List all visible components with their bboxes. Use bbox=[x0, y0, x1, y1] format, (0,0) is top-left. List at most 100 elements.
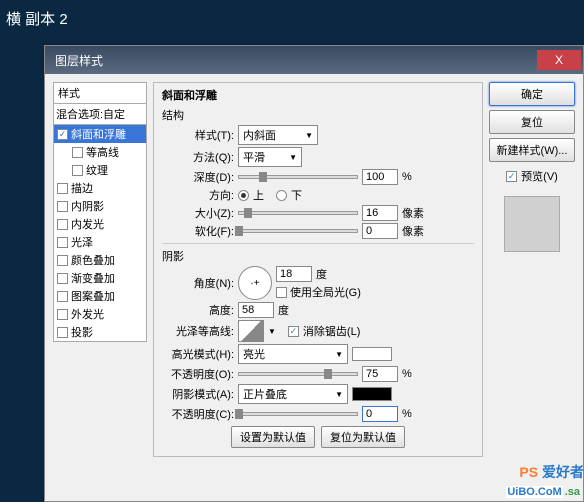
style-item[interactable]: 纹理 bbox=[54, 161, 146, 179]
close-button[interactable]: X bbox=[537, 50, 581, 70]
style-checkbox[interactable]: ✓ bbox=[57, 129, 68, 140]
style-item[interactable]: 图案叠加 bbox=[54, 287, 146, 305]
gloss-contour-picker[interactable] bbox=[238, 320, 264, 342]
size-label: 大小(Z): bbox=[162, 205, 234, 221]
style-item[interactable]: 外发光 bbox=[54, 305, 146, 323]
depth-unit: % bbox=[402, 171, 412, 183]
style-item-label: 内阴影 bbox=[71, 198, 104, 214]
shadow-mode-row: 阴影模式(A): 正片叠底▼ bbox=[162, 384, 474, 404]
style-item-label: 斜面和浮雕 bbox=[71, 126, 126, 142]
gloss-row: 光泽等高线: ▼ ✓ 消除锯齿(L) bbox=[162, 320, 474, 342]
style-checkbox[interactable] bbox=[57, 327, 68, 338]
highlight-mode-row: 高光模式(H): 亮光 ▼ bbox=[162, 344, 474, 364]
angle-dial[interactable]: ·+ bbox=[238, 266, 272, 300]
chevron-down-icon: ▼ bbox=[305, 131, 313, 140]
style-item-label: 内发光 bbox=[71, 216, 104, 232]
watermark-uibo: UiBO.CoM bbox=[506, 486, 562, 498]
style-checkbox[interactable] bbox=[72, 165, 83, 176]
style-item[interactable]: 描边 bbox=[54, 179, 146, 197]
dialog-titlebar[interactable]: 图层样式 X bbox=[45, 46, 583, 74]
watermark-s: 爱好者 bbox=[542, 464, 584, 480]
style-select[interactable]: 内斜面▼ bbox=[238, 125, 318, 145]
depth-row: 深度(D): 100 % bbox=[162, 169, 474, 185]
chevron-down-icon: ▼ bbox=[289, 153, 297, 162]
gloss-label: 光泽等高线: bbox=[162, 323, 234, 339]
style-item[interactable]: 投影 bbox=[54, 323, 146, 341]
direction-down-radio[interactable] bbox=[276, 190, 287, 201]
bevel-group: 斜面和浮雕 结构 样式(T): 内斜面▼ 方法(Q): 平滑▼ 深度(D): 1… bbox=[153, 82, 483, 457]
antialias-checkbox[interactable]: ✓ bbox=[288, 326, 299, 337]
direction-row: 方向: 上 下 bbox=[162, 187, 474, 203]
style-label: 样式(T): bbox=[162, 127, 234, 143]
ok-button[interactable]: 确定 bbox=[489, 82, 575, 106]
style-item[interactable]: ✓斜面和浮雕 bbox=[54, 125, 146, 143]
style-item[interactable]: 内发光 bbox=[54, 215, 146, 233]
size-slider[interactable] bbox=[238, 211, 358, 215]
style-item-label: 纹理 bbox=[86, 162, 108, 178]
opacity-unit: % bbox=[402, 368, 412, 380]
angle-input[interactable]: 18 bbox=[276, 266, 312, 282]
preview-label: 预览(V) bbox=[521, 168, 558, 184]
style-checkbox[interactable] bbox=[57, 237, 68, 248]
down-label: 下 bbox=[291, 187, 302, 203]
depth-label: 深度(D): bbox=[162, 169, 234, 185]
app-window-title: 横 副本 2 bbox=[0, 0, 584, 37]
cancel-button[interactable]: 复位 bbox=[489, 110, 575, 134]
altitude-unit: 度 bbox=[278, 302, 289, 318]
shadow-mode-select[interactable]: 正片叠底 ▼ bbox=[238, 384, 348, 404]
style-item[interactable]: 渐变叠加 bbox=[54, 269, 146, 287]
highlight-opacity-input[interactable]: 75 bbox=[362, 366, 398, 382]
style-checkbox[interactable] bbox=[72, 147, 83, 158]
shading-title: 阴影 bbox=[162, 248, 474, 264]
style-checkbox[interactable] bbox=[57, 273, 68, 284]
make-default-button[interactable]: 设置为默认值 bbox=[231, 426, 315, 448]
highlight-color-swatch[interactable] bbox=[352, 347, 392, 361]
highlight-mode-value: 亮光 bbox=[243, 346, 265, 362]
styles-header[interactable]: 样式 bbox=[53, 82, 147, 104]
style-checkbox[interactable] bbox=[57, 183, 68, 194]
shadow-opacity-slider[interactable] bbox=[238, 412, 358, 416]
reset-default-button[interactable]: 复位为默认值 bbox=[321, 426, 405, 448]
separator bbox=[162, 243, 474, 244]
highlight-mode-select[interactable]: 亮光 ▼ bbox=[238, 344, 348, 364]
highlight-opacity-slider[interactable] bbox=[238, 372, 358, 376]
blending-options[interactable]: 混合选项:自定 bbox=[53, 104, 147, 125]
direction-up-radio[interactable] bbox=[238, 190, 249, 201]
style-item[interactable]: 内阴影 bbox=[54, 197, 146, 215]
styles-list-panel: 样式 混合选项:自定 ✓斜面和浮雕等高线纹理描边内阴影内发光光泽颜色叠加渐变叠加… bbox=[53, 82, 147, 493]
technique-select[interactable]: 平滑 ▼ bbox=[238, 147, 302, 167]
style-checkbox[interactable] bbox=[57, 219, 68, 230]
technique-value: 平滑 bbox=[243, 149, 265, 165]
shadow-opacity-row: 不透明度(C): 0 % bbox=[162, 406, 474, 422]
watermark-ps: PS 爱好者 bbox=[519, 462, 584, 482]
style-item-label: 描边 bbox=[71, 180, 93, 196]
right-button-panel: 确定 复位 新建样式(W)... ✓ 预览(V) bbox=[489, 82, 575, 493]
altitude-input[interactable]: 58 bbox=[238, 302, 274, 318]
opacity-unit: % bbox=[402, 408, 412, 420]
chevron-down-icon: ▼ bbox=[335, 350, 343, 359]
highlight-mode-label: 高光模式(H): bbox=[162, 346, 234, 362]
depth-input[interactable]: 100 bbox=[362, 169, 398, 185]
style-item[interactable]: 颜色叠加 bbox=[54, 251, 146, 269]
style-checkbox[interactable] bbox=[57, 201, 68, 212]
preview-checkbox[interactable]: ✓ bbox=[506, 171, 517, 182]
new-style-button[interactable]: 新建样式(W)... bbox=[489, 138, 575, 162]
size-input[interactable]: 16 bbox=[362, 205, 398, 221]
style-item[interactable]: 等高线 bbox=[54, 143, 146, 161]
chevron-down-icon: ▼ bbox=[335, 390, 343, 399]
style-checkbox[interactable] bbox=[57, 291, 68, 302]
technique-label: 方法(Q): bbox=[162, 149, 234, 165]
soften-label: 软化(F): bbox=[162, 223, 234, 239]
style-checkbox[interactable] bbox=[57, 309, 68, 320]
global-light-checkbox[interactable] bbox=[276, 287, 287, 298]
depth-slider[interactable] bbox=[238, 175, 358, 179]
soften-slider[interactable] bbox=[238, 229, 358, 233]
shadow-color-swatch[interactable] bbox=[352, 387, 392, 401]
style-item[interactable]: 光泽 bbox=[54, 233, 146, 251]
soften-input[interactable]: 0 bbox=[362, 223, 398, 239]
shadow-opacity-label: 不透明度(C): bbox=[162, 406, 234, 422]
dialog-body: 样式 混合选项:自定 ✓斜面和浮雕等高线纹理描边内阴影内发光光泽颜色叠加渐变叠加… bbox=[45, 74, 583, 501]
shadow-mode-value: 正片叠底 bbox=[243, 386, 287, 402]
shadow-opacity-input[interactable]: 0 bbox=[362, 406, 398, 422]
style-checkbox[interactable] bbox=[57, 255, 68, 266]
